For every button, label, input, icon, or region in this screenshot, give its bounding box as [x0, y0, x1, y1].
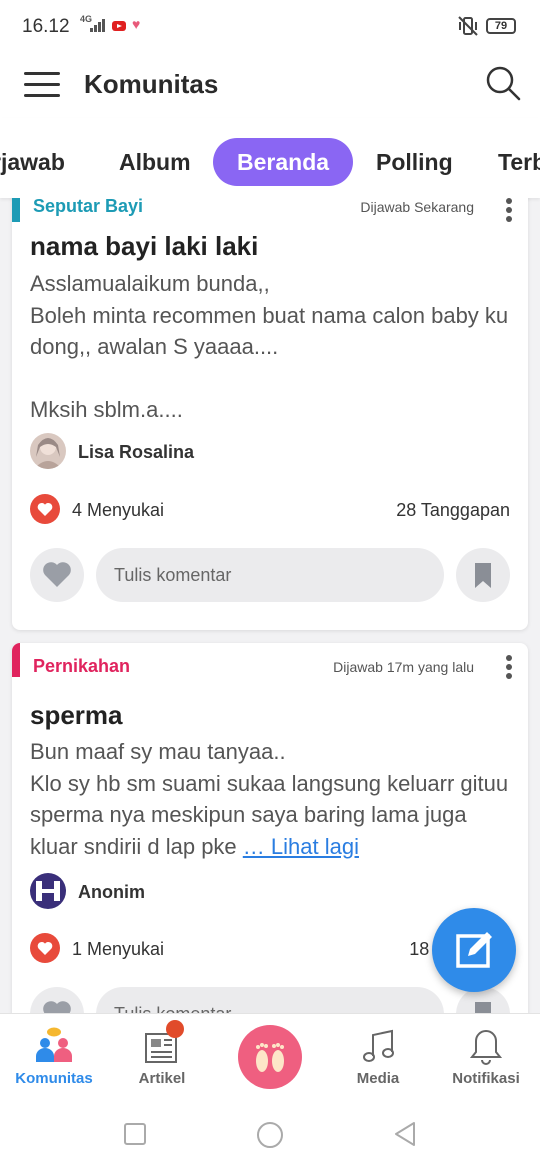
post-author[interactable]: Lisa Rosalina [78, 442, 194, 463]
heart-outline-icon [43, 562, 71, 587]
notification-badge [166, 1020, 184, 1038]
status-time: 16.12 [22, 16, 70, 37]
post-title[interactable]: nama bayi laki laki [30, 231, 258, 262]
post-title[interactable]: sperma [30, 700, 123, 731]
see-more-link[interactable]: … Lihat lagi [243, 834, 359, 859]
heart-outline-icon [43, 1001, 71, 1013]
post-card[interactable]: Seputar Bayi Dijawab Sekarang nama bayi … [12, 198, 528, 630]
like-count: 1 Menyukai [72, 939, 165, 959]
post-author[interactable]: Anonim [78, 882, 145, 903]
community-icon [36, 1027, 72, 1062]
answered-time: Dijawab 17m yang lalu [333, 659, 474, 675]
anonymous-avatar-icon [36, 881, 60, 901]
post-category[interactable]: Pernikahan [33, 656, 130, 677]
tab-terbaru[interactable]: Terb [498, 138, 540, 186]
nav-media[interactable]: Media [324, 1014, 432, 1101]
like-button[interactable] [30, 987, 84, 1013]
status-bar: 16.12 4G ♥ 79 [0, 0, 540, 52]
heart-filled-icon [30, 933, 60, 963]
comment-input[interactable] [96, 987, 444, 1013]
avatar[interactable] [30, 873, 66, 909]
tab-terjawab[interactable]: rjawab [0, 138, 65, 186]
post-category[interactable]: Seputar Bayi [33, 198, 143, 217]
home-icon[interactable] [256, 1121, 284, 1149]
tab-polling[interactable]: Polling [376, 138, 453, 186]
youtube-icon [112, 21, 126, 31]
nav-label: Komunitas [15, 1070, 93, 1087]
nav-baby-tracker[interactable] [238, 1025, 302, 1089]
tab-beranda[interactable]: Beranda [213, 138, 354, 186]
search-icon[interactable] [484, 64, 522, 102]
system-navigation-bar [0, 1100, 540, 1170]
nav-label: Media [356, 1070, 400, 1087]
tab-bar: rjawab Album Beranda Polling Terb [0, 118, 540, 198]
like-button[interactable] [30, 548, 84, 602]
more-options-icon[interactable] [504, 198, 514, 222]
signal-icon [90, 19, 105, 32]
bell-icon [469, 1029, 503, 1065]
back-icon[interactable] [393, 1121, 417, 1147]
hamburger-menu-icon[interactable] [24, 70, 60, 98]
heart-filled-icon [30, 494, 60, 524]
nav-notifikasi[interactable]: Notifikasi [432, 1014, 540, 1101]
post-feed: Seputar Bayi Dijawab Sekarang nama bayi … [0, 198, 540, 1013]
nav-label: Notifikasi [452, 1070, 520, 1087]
post-body[interactable]: Bun maaf sy mau tanyaa.. Klo sy hb sm su… [30, 736, 516, 862]
app-bar: Komunitas [0, 52, 540, 118]
category-marker [12, 643, 20, 677]
post-body[interactable]: Asslamualaikum bunda,, Boleh minta recom… [30, 268, 516, 426]
baby-feet-icon [256, 1043, 284, 1072]
reply-count[interactable]: 28 Tanggapan [396, 500, 510, 521]
nav-label: Artikel [138, 1070, 186, 1087]
user-photo-icon [34, 438, 62, 469]
recent-apps-icon[interactable] [123, 1122, 147, 1146]
more-options-icon[interactable] [504, 655, 514, 679]
battery-indicator: 79 [486, 18, 516, 34]
tab-album[interactable]: Album [119, 138, 191, 186]
vibrate-off-icon [458, 16, 478, 36]
avatar[interactable] [30, 433, 66, 469]
like-count: 4 Menyukai [72, 500, 165, 520]
new-post-button[interactable] [432, 908, 516, 992]
nav-komunitas[interactable]: Komunitas [0, 1014, 108, 1101]
category-marker [12, 198, 20, 222]
app-notification-icon: ♥ [132, 16, 141, 32]
music-note-icon [363, 1029, 394, 1062]
comment-input[interactable] [96, 548, 444, 602]
page-title: Komunitas [84, 69, 219, 99]
answered-time: Dijawab Sekarang [360, 199, 474, 215]
nav-artikel[interactable]: Artikel [108, 1014, 216, 1101]
bookmark-button[interactable] [456, 548, 510, 602]
bookmark-icon [475, 563, 491, 588]
bottom-navigation: Komunitas Artikel Media Notifikasi [0, 1013, 540, 1100]
edit-icon [456, 932, 492, 968]
